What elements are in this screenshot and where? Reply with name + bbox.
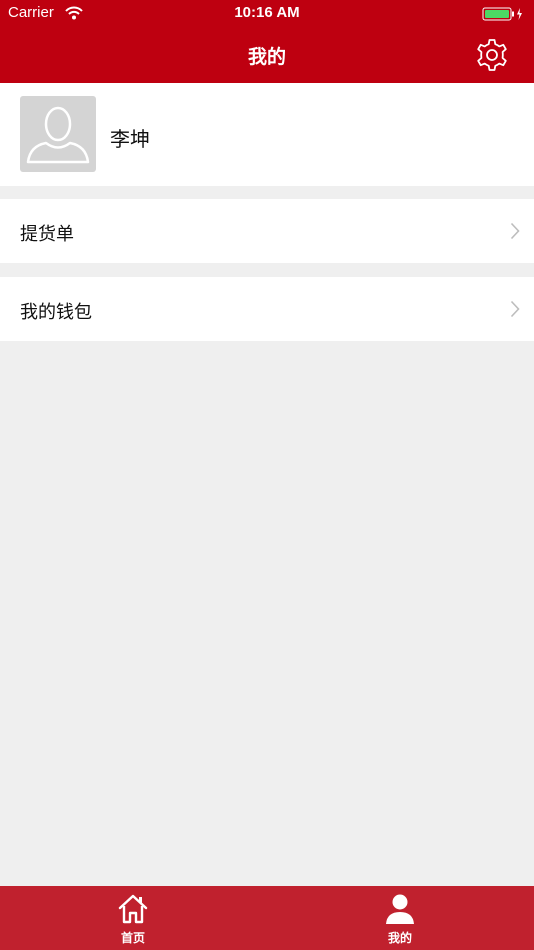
status-time: 10:16 AM	[234, 4, 300, 21]
menu-item-label: 我的钱包	[20, 302, 92, 323]
tab-label: 首页	[120, 931, 145, 945]
tab-home[interactable]: 首页	[83, 886, 183, 950]
user-icon	[384, 893, 416, 929]
menu-item-wallet[interactable]: 我的钱包	[0, 277, 534, 341]
gear-icon	[477, 39, 507, 71]
status-bar: Carrier 10:16 AM	[0, 0, 534, 26]
tab-label: 我的	[387, 931, 412, 945]
avatar	[20, 96, 96, 172]
battery-icon	[482, 6, 524, 25]
chevron-right-icon	[510, 300, 520, 322]
home-icon	[117, 893, 149, 929]
page-title: 我的	[247, 46, 286, 68]
settings-button[interactable]	[474, 37, 510, 73]
profile-card[interactable]: 李坤	[0, 83, 534, 186]
tab-mine[interactable]: 我的	[350, 886, 450, 950]
menu-item-label: 提货单	[20, 224, 74, 245]
default-avatar-icon	[26, 106, 90, 164]
chevron-right-icon	[510, 222, 520, 244]
menu-item-pickup-order[interactable]: 提货单	[0, 199, 534, 263]
user-name: 李坤	[110, 127, 150, 151]
tab-bar: 首页 我的	[0, 886, 534, 950]
nav-bar: 我的	[0, 26, 534, 83]
